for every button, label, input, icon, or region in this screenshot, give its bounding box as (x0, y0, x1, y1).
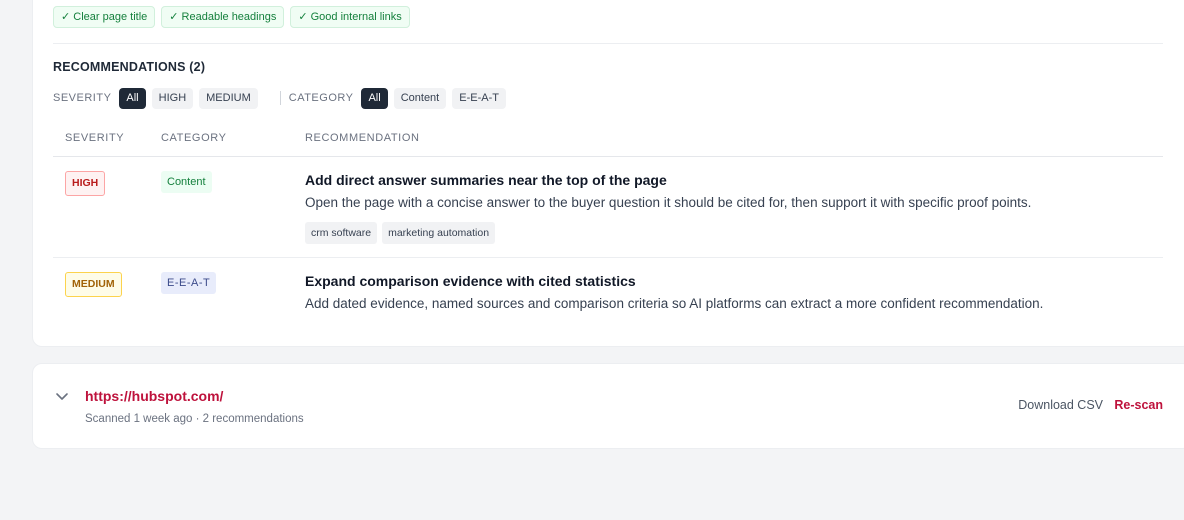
strengths-list: ✓ Clear page title ✓ Readable headings ✓… (53, 6, 410, 28)
scan-meta: Scanned 1 week ago · 2 recommendations (85, 413, 304, 425)
recommendations-title: RECOMMENDATIONS (2) (53, 60, 206, 74)
recommendations-card: ✓ Clear page title ✓ Readable headings ✓… (32, 0, 1184, 347)
column-header-category: CATEGORY (161, 132, 227, 144)
category-filter-all[interactable]: All (361, 87, 388, 109)
recommendation-description: Open the page with a concise answer to t… (305, 195, 1032, 210)
severity-filter-label: SEVERITY (53, 92, 112, 104)
strength-chip: ✓ Readable headings (161, 6, 285, 28)
divider (53, 43, 1163, 44)
severity-badge-medium: MEDIUM (65, 272, 122, 297)
rescan-button[interactable]: Re-scan (1114, 398, 1163, 412)
category-badge-content: Content (161, 171, 212, 193)
recommendation-description: Add dated evidence, named sources and co… (305, 296, 1044, 311)
column-header-severity: SEVERITY (65, 132, 125, 144)
filter-separator (279, 91, 281, 105)
keyword-tags: crm software marketing automation (305, 222, 496, 244)
severity-filter-high[interactable]: HIGH (151, 87, 194, 109)
category-badge-eeat: E-E-A-T (161, 272, 217, 294)
table-header-divider (53, 156, 1163, 157)
category-filter-content[interactable]: Content (393, 87, 447, 109)
category-filter-eeat[interactable]: E-E-A-T (452, 87, 506, 109)
strength-chip: ✓ Clear page title (53, 6, 156, 28)
recommendation-title: Add direct answer summaries near the top… (305, 172, 667, 188)
severity-badge-high: HIGH (65, 171, 106, 196)
category-filter-label: CATEGORY (288, 92, 354, 104)
download-csv-button[interactable]: Download CSV (1018, 398, 1103, 412)
site-url-link[interactable]: https://hubspot.com/ (85, 388, 223, 404)
filter-bar: SEVERITY All HIGH MEDIUM CATEGORY All Co… (53, 87, 512, 109)
severity-filter-all[interactable]: All (119, 87, 146, 109)
row-divider (53, 257, 1163, 258)
column-header-recommendation: RECOMMENDATION (305, 132, 420, 144)
recommendation-title: Expand comparison evidence with cited st… (305, 273, 636, 289)
keyword-tag: marketing automation (382, 222, 496, 244)
keyword-tag: crm software (305, 222, 378, 244)
severity-filter-medium[interactable]: MEDIUM (199, 87, 258, 109)
site-card: https://hubspot.com/ Scanned 1 week ago … (32, 363, 1184, 449)
chevron-down-icon[interactable] (54, 388, 70, 404)
strength-chip: ✓ Good internal links (290, 6, 410, 28)
